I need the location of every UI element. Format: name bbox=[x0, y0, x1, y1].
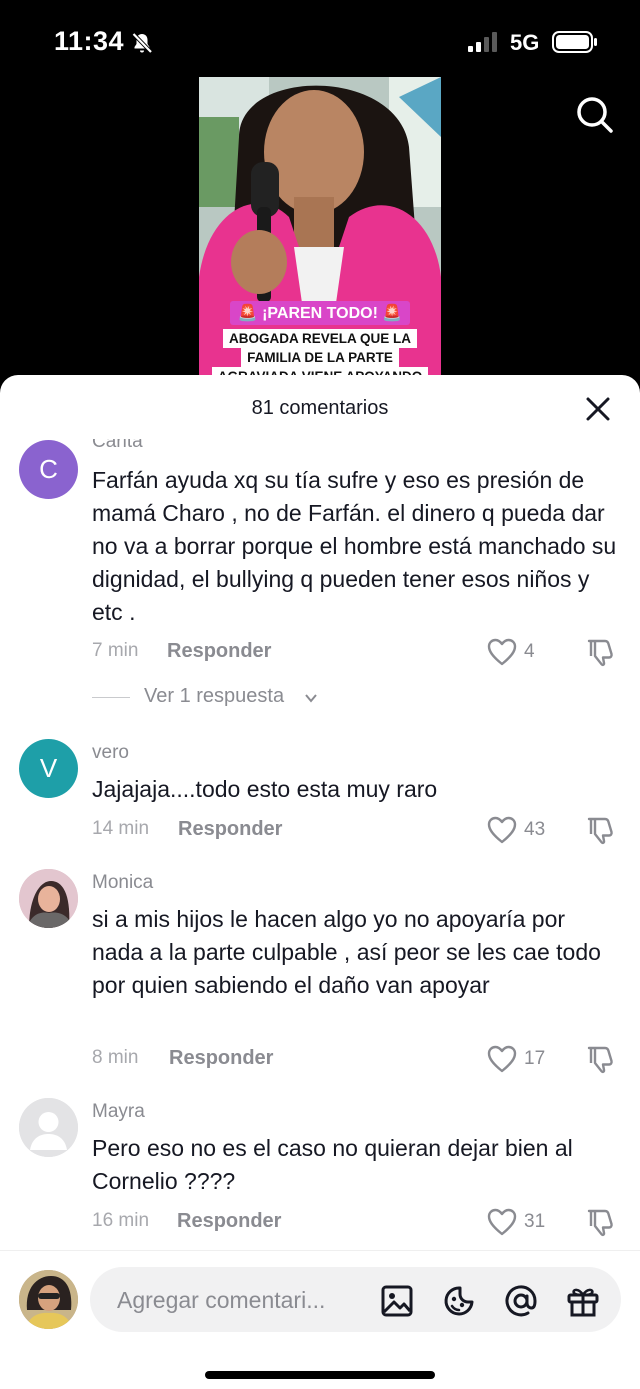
video-caption: 🚨 ¡PAREN TODO! 🚨 ABOGADA REVELA QUE LA F… bbox=[199, 301, 441, 386]
like-count: 17 bbox=[524, 1048, 546, 1069]
comment-input[interactable]: Agregar comentari... bbox=[90, 1267, 621, 1332]
reply-button[interactable]: Responder bbox=[167, 640, 271, 663]
default-avatar-icon bbox=[19, 1098, 78, 1157]
avatar[interactable] bbox=[19, 1098, 78, 1157]
view-replies-label: Ver 1 respuesta bbox=[144, 685, 285, 707]
signal-icon bbox=[468, 32, 497, 52]
dislike-icon[interactable] bbox=[585, 637, 615, 667]
comment-time: 8 min bbox=[92, 1047, 139, 1068]
comment-text: Pero eso no es el caso no quieran dejar … bbox=[92, 1135, 573, 1194]
comment-input-placeholder: Agregar comentari... bbox=[117, 1287, 326, 1313]
my-avatar[interactable] bbox=[19, 1270, 78, 1329]
gift-icon[interactable] bbox=[566, 1284, 600, 1318]
comment-username[interactable]: Mayra bbox=[92, 1101, 145, 1123]
comment-input-bar: Agregar comentari... bbox=[0, 1250, 640, 1389]
image-icon[interactable] bbox=[380, 1284, 414, 1318]
video-thumbnail[interactable]: 🚨 ¡PAREN TODO! 🚨 ABOGADA REVELA QUE LA F… bbox=[199, 77, 441, 387]
reply-button[interactable]: Responder bbox=[178, 818, 282, 841]
like-count: 4 bbox=[524, 641, 535, 662]
video-badge: 🚨 ¡PAREN TODO! 🚨 bbox=[229, 301, 411, 325]
emoji-sticker-icon[interactable] bbox=[442, 1284, 476, 1318]
comments-count-title: 81 comentarios bbox=[251, 397, 389, 419]
reply-button[interactable]: Responder bbox=[169, 1047, 273, 1070]
comment-time: 7 min bbox=[92, 640, 139, 661]
avatar-photo bbox=[19, 1270, 78, 1329]
avatar[interactable]: C bbox=[19, 440, 78, 499]
avatar-letter: C bbox=[39, 454, 58, 484]
comment-text: Jajajaja....todo esto esta muy raro bbox=[92, 776, 438, 802]
chevron-down-icon bbox=[305, 694, 317, 703]
like-count: 43 bbox=[524, 819, 546, 840]
avatar[interactable]: V bbox=[19, 739, 78, 798]
view-replies-button[interactable]: Ver 1 respuesta bbox=[92, 683, 392, 713]
reply-button[interactable]: Responder bbox=[177, 1210, 281, 1233]
mention-icon[interactable] bbox=[504, 1284, 538, 1318]
bell-muted-icon bbox=[132, 32, 153, 54]
dislike-icon[interactable] bbox=[585, 1044, 615, 1074]
network-label: 5G bbox=[510, 30, 540, 55]
like-count: 31 bbox=[524, 1211, 546, 1232]
heart-icon[interactable] bbox=[487, 1208, 517, 1236]
status-time: 11:34 bbox=[54, 26, 125, 56]
search-icon[interactable] bbox=[574, 94, 614, 134]
heart-icon[interactable] bbox=[487, 1045, 517, 1073]
avatar-photo bbox=[19, 869, 78, 928]
video-caption-line: FAMILIA DE LA PARTE bbox=[241, 348, 399, 367]
comments-sheet: 81 comentarios Carita C Farfán ayuda xq … bbox=[0, 375, 640, 1389]
comment-username[interactable]: Carita bbox=[92, 439, 143, 453]
comment-text: si a mis hijos le hacen algo yo no apoya… bbox=[92, 906, 601, 998]
comment-username[interactable]: vero bbox=[92, 742, 129, 764]
close-icon[interactable] bbox=[584, 395, 612, 423]
heart-icon[interactable] bbox=[487, 638, 517, 666]
replies-divider bbox=[92, 697, 130, 698]
comment-time: 16 min bbox=[92, 1210, 150, 1231]
home-indicator bbox=[205, 1371, 435, 1379]
dislike-icon[interactable] bbox=[585, 1207, 615, 1237]
avatar[interactable] bbox=[19, 869, 78, 928]
comment-text: Farfán ayuda xq su tía sufre y eso es pr… bbox=[92, 467, 617, 625]
comment-username[interactable]: Monica bbox=[92, 872, 153, 894]
video-caption-line: ABOGADA REVELA QUE LA bbox=[222, 329, 417, 348]
heart-icon[interactable] bbox=[487, 816, 517, 844]
avatar-letter: V bbox=[39, 753, 58, 783]
dislike-icon[interactable] bbox=[585, 815, 615, 845]
comment-time: 14 min bbox=[92, 818, 150, 839]
battery-icon bbox=[552, 31, 597, 53]
status-bar: 11:34 5G bbox=[0, 0, 640, 80]
